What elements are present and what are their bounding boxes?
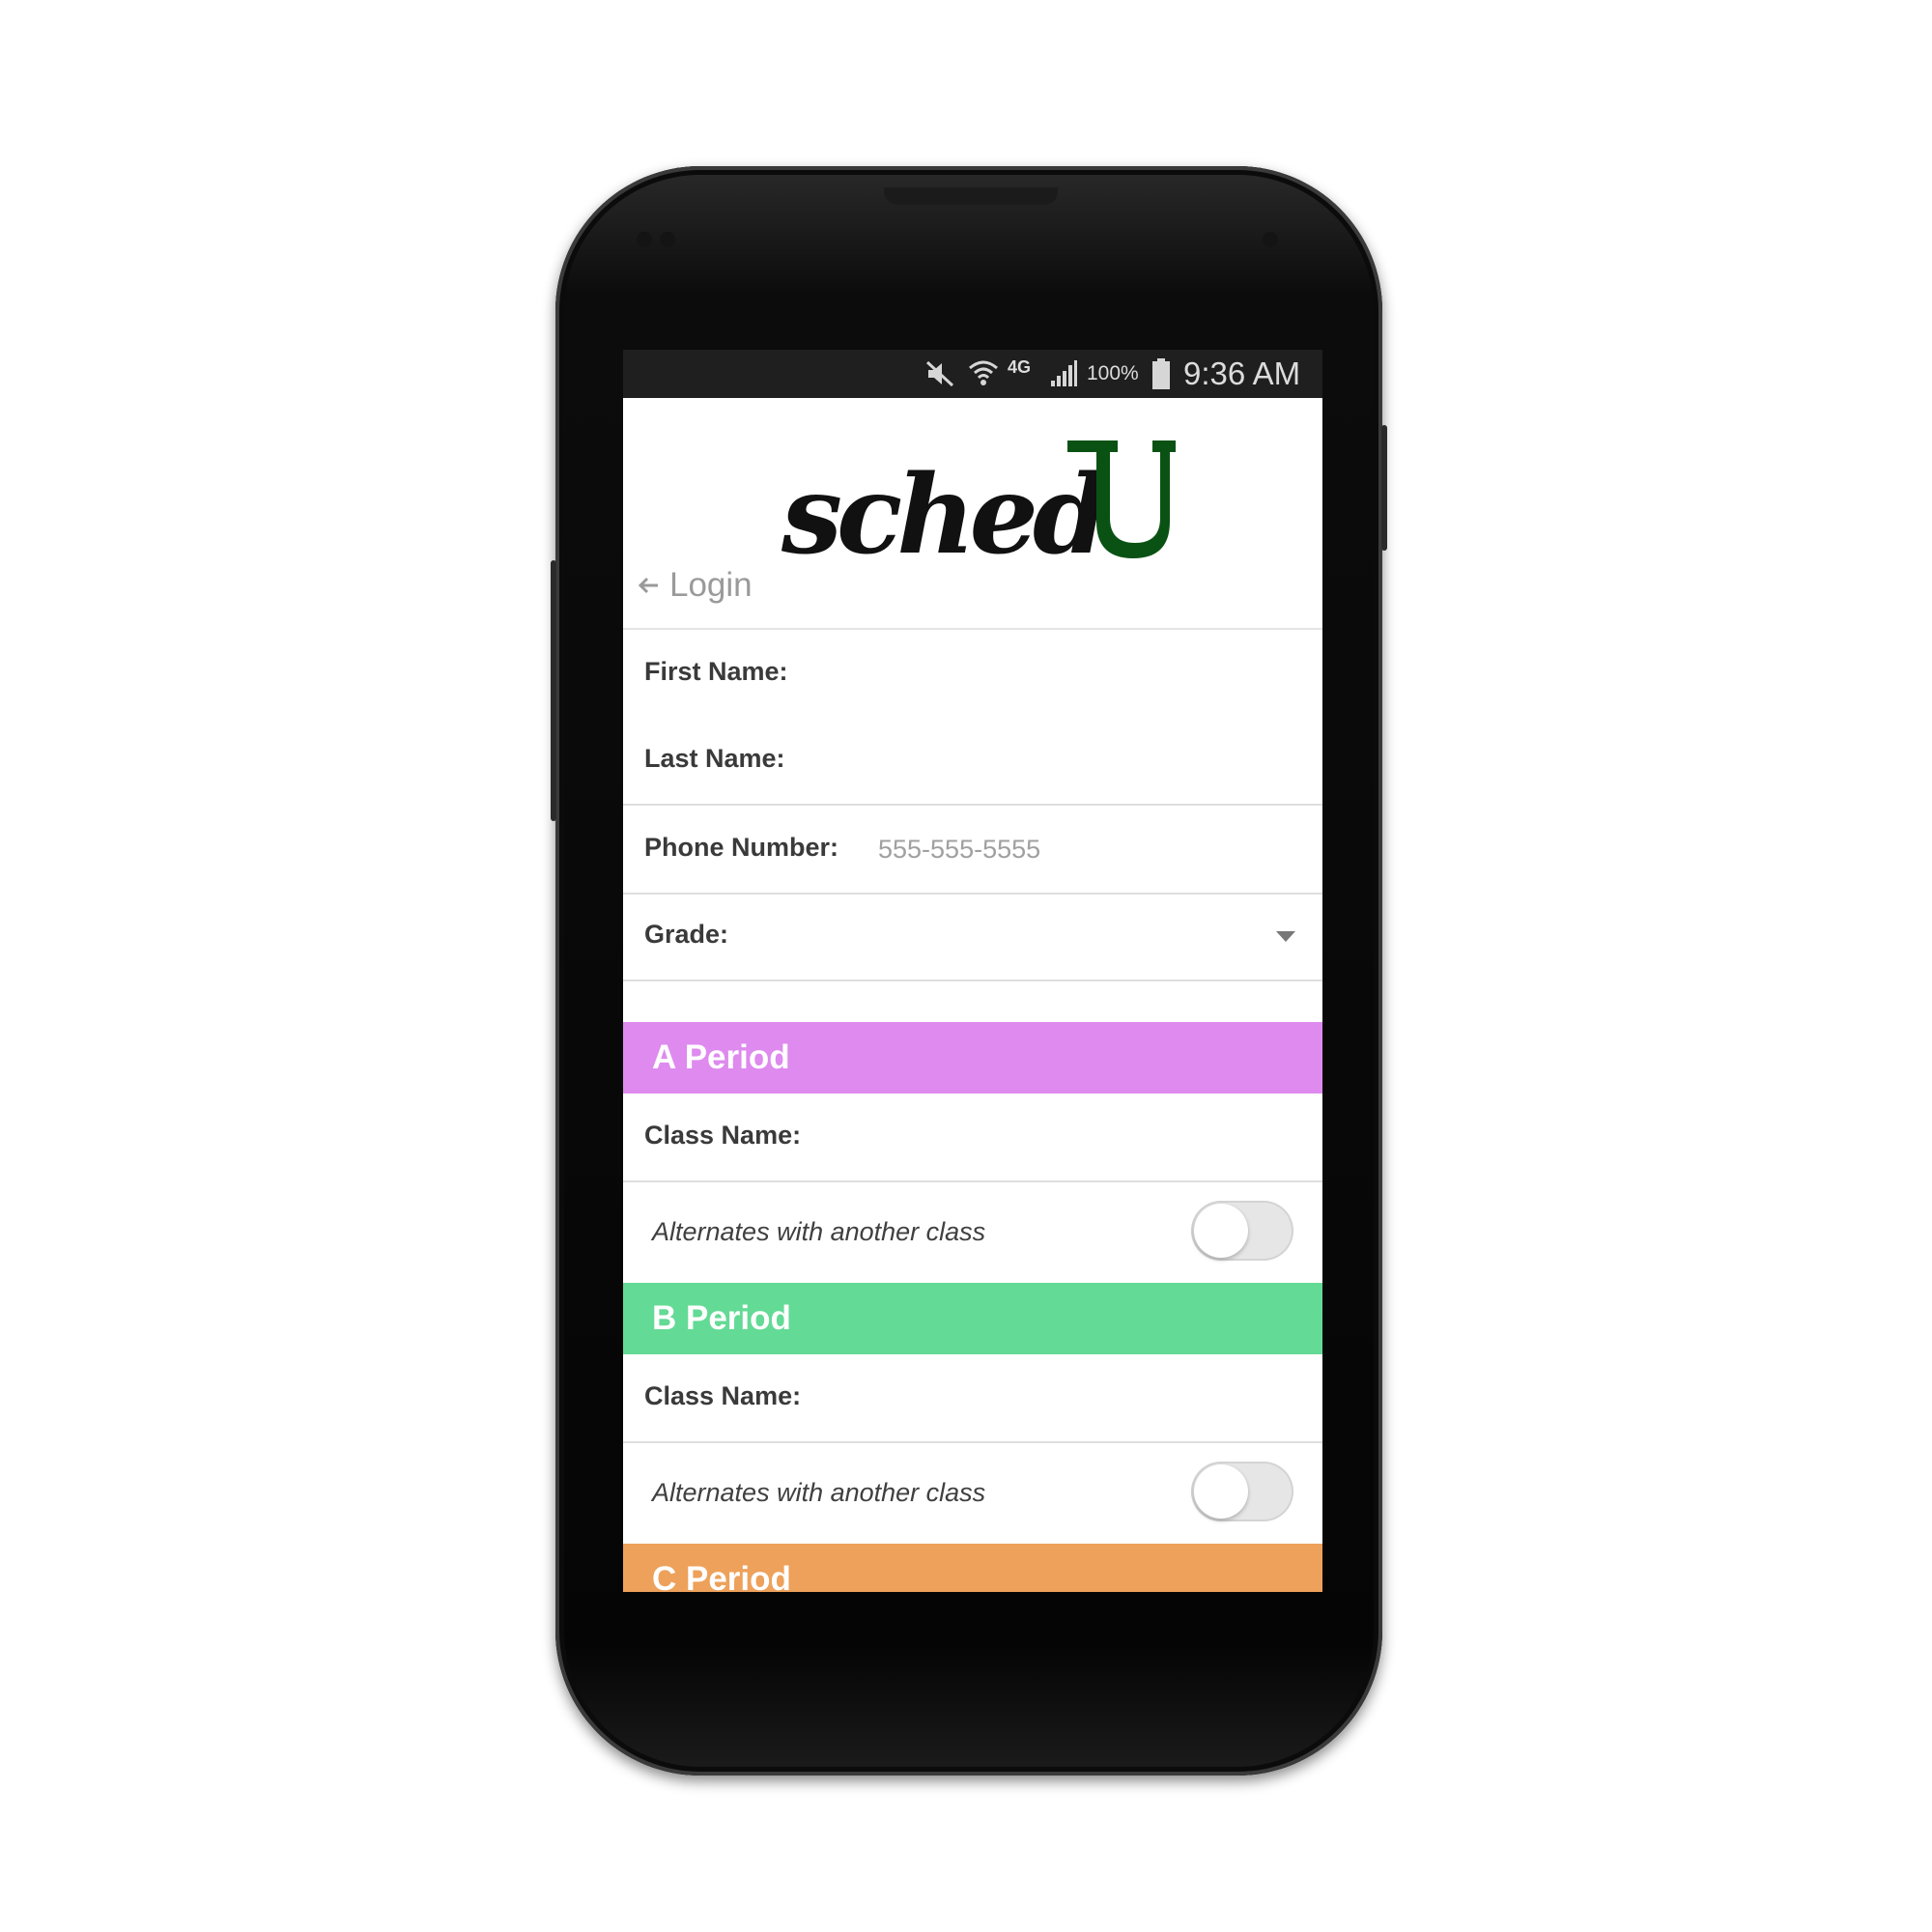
b-period-alternates-row: Alternates with another class <box>623 1443 1322 1542</box>
grade-label: Grade: <box>644 920 729 949</box>
earpiece-speaker <box>884 187 1058 205</box>
phone-number-input[interactable] <box>878 832 1293 867</box>
a-period-header: A Period <box>623 1022 1322 1094</box>
b-period-class-name-input[interactable] <box>874 1379 1290 1414</box>
first-name-input[interactable] <box>874 655 1290 690</box>
arrow-left-icon <box>638 577 658 594</box>
status-bar: 4G 100% 9:36 AM <box>623 350 1322 398</box>
b-period-alternates-toggle[interactable] <box>1191 1462 1293 1521</box>
a-period-class-name-input[interactable] <box>874 1119 1290 1153</box>
back-to-login-link[interactable]: Login <box>637 564 753 607</box>
class-name-label: Class Name: <box>644 1121 802 1150</box>
clock: 9:36 AM <box>1183 355 1301 391</box>
schedu-logo: sched <box>781 440 1176 564</box>
last-name-label: Last Name: <box>644 744 785 773</box>
back-link-label: Login <box>669 566 753 604</box>
period-title: B Period <box>652 1299 791 1337</box>
a-period-class-name-row: Class Name: <box>623 1094 1322 1182</box>
grade-select[interactable]: Grade: <box>623 895 1322 981</box>
signal-icon <box>1048 357 1079 390</box>
a-period-alternates-toggle[interactable] <box>1191 1201 1293 1261</box>
battery-percent: 100% <box>1087 362 1139 384</box>
battery-icon <box>1150 357 1173 390</box>
wifi-icon <box>967 357 1000 390</box>
phone-number-label: Phone Number: <box>644 833 839 862</box>
last-name-row: Last Name: <box>623 717 1322 806</box>
app-screen: 4G 100% 9:36 AM sched Login First Name: … <box>623 350 1322 1592</box>
logo-script-text: sched <box>781 452 1106 564</box>
mute-icon <box>923 357 957 390</box>
sensor-dot <box>660 232 675 247</box>
chevron-down-icon <box>1276 931 1295 942</box>
class-name-label: Class Name: <box>644 1381 802 1410</box>
power-button <box>1381 425 1387 551</box>
network-type-label: 4G <box>1008 357 1032 377</box>
alternates-label: Alternates with another class <box>652 1217 986 1246</box>
c-period-header: C Period <box>623 1544 1322 1592</box>
first-name-label: First Name: <box>644 657 788 686</box>
b-period-header: B Period <box>623 1283 1322 1354</box>
alternates-label: Alternates with another class <box>652 1478 986 1507</box>
last-name-input[interactable] <box>874 742 1290 777</box>
a-period-alternates-row: Alternates with another class <box>623 1182 1322 1281</box>
toggle-knob <box>1194 1464 1248 1519</box>
front-camera <box>1263 232 1278 247</box>
phone-number-row: Phone Number: <box>623 806 1322 895</box>
volume-button <box>551 560 556 821</box>
b-period-class-name-row: Class Name: <box>623 1354 1322 1443</box>
sensor-dot <box>637 232 652 247</box>
period-title: C Period <box>652 1560 791 1592</box>
toggle-knob <box>1194 1204 1248 1258</box>
first-name-row: First Name: <box>623 628 1322 719</box>
period-title: A Period <box>652 1038 790 1076</box>
